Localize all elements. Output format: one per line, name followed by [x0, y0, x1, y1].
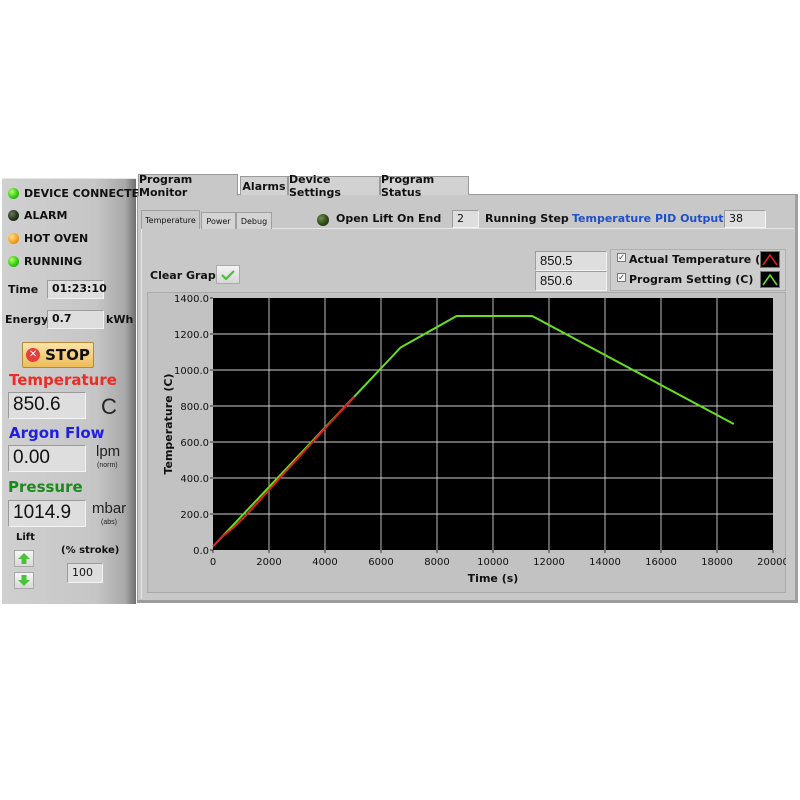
argon-flow-subunit: (norm)	[97, 462, 118, 469]
pressure-label: Pressure	[8, 478, 83, 496]
y-tick-label: 800.0	[180, 402, 209, 413]
time-label: Time	[8, 283, 39, 296]
stop-x-icon: ✕	[26, 348, 41, 362]
program-setting-swatch[interactable]	[760, 271, 780, 288]
legend-line-green-icon	[762, 273, 778, 286]
x-tick-label: 12000	[533, 557, 565, 568]
y-tick-label: 200.0	[180, 510, 209, 521]
clear-graph-button[interactable]	[216, 265, 240, 284]
tab-program-monitor[interactable]: Program Monitor	[138, 173, 238, 199]
arrow-down-icon	[18, 575, 30, 586]
tab-program-status[interactable]: Program Status	[380, 173, 469, 199]
energy-value: 0.7	[47, 310, 104, 329]
checkmark-icon	[221, 269, 235, 280]
open-lift-on-end-label: Open Lift On End	[336, 212, 442, 225]
stroke-label: (% stroke)	[61, 545, 120, 556]
stop-button[interactable]: ✕ STOP	[22, 342, 94, 368]
running-step-label: Running Step	[485, 212, 569, 225]
running-label: RUNNING	[24, 255, 83, 268]
y-tick-label: 0.0	[193, 546, 209, 557]
clear-graph-label: Clear Graph	[150, 269, 224, 282]
time-value: 01:23:10	[47, 280, 107, 299]
hot-oven-label: HOT OVEN	[24, 232, 89, 245]
argon-flow-unit: lpm	[96, 443, 121, 460]
lift-stroke-input[interactable]: 100	[67, 563, 103, 583]
lift-down-button[interactable]	[14, 572, 34, 589]
energy-label: Energy	[5, 313, 49, 326]
y-tick-label: 400.0	[180, 474, 209, 485]
energy-unit: kWh	[106, 313, 134, 326]
argon-flow-label: Argon Flow	[9, 424, 105, 442]
y-tick-label: 1000.0	[174, 366, 209, 377]
temperature-value: 850.6	[8, 392, 86, 419]
y-tick-label: 600.0	[180, 438, 209, 449]
actual-temp-checkbox[interactable]: ✓	[617, 253, 626, 262]
y-tick-label: 1400.0	[174, 294, 209, 305]
device-connected-label: DEVICE CONNECTED	[24, 187, 149, 200]
argon-flow-value: 0.00	[8, 445, 86, 472]
pressure-subunit: (abs)	[101, 519, 117, 526]
program-setting-display: 850.6	[535, 271, 607, 291]
device-connected-led	[8, 188, 19, 199]
y-axis-label: Temperature (C)	[162, 373, 175, 474]
pressure-value: 1014.9	[8, 500, 86, 527]
pid-output-value: 38	[724, 210, 766, 228]
stop-label: STOP	[45, 346, 90, 364]
y-tick-label: 1200.0	[174, 330, 209, 341]
x-tick-label: 2000	[256, 557, 281, 568]
legend-program-label: Program Setting (C)	[629, 273, 754, 286]
x-tick-label: 6000	[368, 557, 393, 568]
temperature-label: Temperature	[9, 371, 117, 389]
legend-actual-label: Actual Temperature (C)	[629, 253, 774, 266]
x-tick-label: 18000	[701, 557, 733, 568]
running-step-value: 2	[452, 210, 479, 228]
x-tick-label: 14000	[589, 557, 621, 568]
pid-output-label: Temperature PID Output (%)	[572, 212, 749, 225]
open-lift-on-end-led[interactable]	[317, 214, 329, 226]
actual-temp-display: 850.5	[535, 251, 607, 271]
temperature-unit: C	[101, 394, 117, 419]
tab-device-settings[interactable]: Device Settings	[288, 173, 380, 199]
running-led	[8, 256, 19, 267]
x-axis-label: Time (s)	[468, 572, 519, 585]
hot-oven-led	[8, 233, 19, 244]
arrow-up-icon	[18, 553, 30, 564]
x-tick-label: 20000	[757, 557, 786, 568]
alarm-led	[8, 210, 19, 221]
lift-up-button[interactable]	[14, 550, 34, 567]
lift-label: Lift	[16, 532, 35, 543]
x-tick-label: 4000	[312, 557, 337, 568]
x-tick-label: 16000	[645, 557, 677, 568]
pressure-unit: mbar	[92, 500, 127, 517]
subtab-temperature[interactable]: Temperature	[141, 210, 200, 229]
x-tick-label: 10000	[477, 557, 509, 568]
subtab-debug[interactable]: Debug	[236, 212, 272, 229]
x-tick-label: 8000	[424, 557, 449, 568]
legend-line-red-icon	[762, 253, 778, 266]
x-tick-label: 0	[210, 557, 216, 568]
actual-temp-swatch[interactable]	[760, 251, 780, 268]
alarm-label: ALARM	[24, 209, 68, 222]
tab-alarms[interactable]: Alarms	[240, 176, 288, 195]
temperature-chart[interactable]: 0 2000 4000 6000 8000 10000 12000 14000 16000 180…	[147, 292, 786, 593]
subtab-power[interactable]: Power	[201, 212, 236, 229]
program-setting-checkbox[interactable]: ✓	[617, 273, 626, 282]
